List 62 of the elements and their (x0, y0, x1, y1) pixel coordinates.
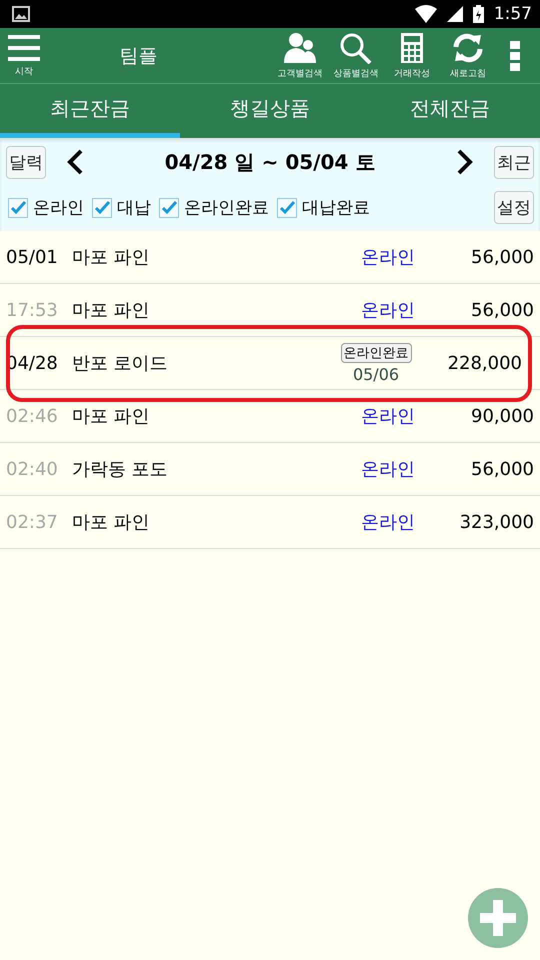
status-text: 온라인 (361, 299, 415, 322)
more-icon[interactable] (510, 40, 520, 70)
wifi-icon (414, 5, 437, 23)
toolbar-button[interactable]: 새로고침 (440, 32, 496, 80)
toolbar-button[interactable]: 거래작성 (384, 32, 440, 80)
checkbox-label: 온라인 (33, 197, 84, 219)
add-button[interactable] (468, 888, 528, 948)
row-date: 05/01 (6, 246, 59, 268)
clock-time: 1:57 (494, 4, 532, 24)
previous-icon[interactable] (66, 149, 84, 175)
tab[interactable]: 전체잔금 (360, 84, 540, 138)
list-row[interactable]: 17:53 마포 파인 온라인 56,000 (0, 284, 540, 337)
amount: 56,000 (470, 300, 534, 320)
menu-button[interactable]: 시작 (0, 34, 40, 78)
row-time: 02:46 (6, 406, 59, 426)
amount: 323,000 (458, 512, 534, 532)
people-icon (283, 32, 317, 64)
checkbox[interactable] (277, 198, 297, 218)
list-row[interactable]: 02:37 마포 파인 온라인 323,000 (0, 496, 540, 549)
checkbox-label: 온라인완료 (184, 197, 269, 219)
refresh-icon (451, 32, 485, 64)
menu-icon (8, 34, 40, 62)
row-time: 02:40 (6, 458, 59, 480)
amount: 90,000 (470, 406, 534, 426)
recent-button[interactable]: 최근 (494, 146, 534, 178)
next-icon[interactable] (456, 149, 474, 175)
customer-name: 마포 파인 (72, 246, 151, 269)
amount: 56,000 (470, 246, 534, 268)
status-text: 온라인 (361, 458, 415, 481)
checkbox-label: 대납완료 (302, 197, 370, 219)
amount: 56,000 (470, 458, 534, 480)
status-text: 온라인 (361, 246, 415, 269)
row-time: 02:37 (6, 512, 59, 532)
image-icon (12, 6, 30, 22)
customer-name: 마포 파인 (72, 405, 151, 428)
toolbar-button[interactable]: 고객별검색 (272, 32, 328, 80)
checkbox-label: 대납 (117, 197, 151, 219)
row-time: 17:53 (6, 300, 59, 320)
customer-name: 마포 파인 (72, 511, 151, 534)
status-badge: 온라인완료 (340, 342, 412, 362)
list-row[interactable]: 02:46 마포 파인 온라인 90,000 (0, 390, 540, 443)
status-text: 온라인 (361, 405, 415, 428)
amount: 228,000 (446, 352, 522, 374)
customer-name: 마포 파인 (72, 299, 151, 322)
date-range: 04/28 일 ~ 05/04 토 (164, 148, 376, 176)
signal-icon (446, 6, 463, 22)
settings-button[interactable]: 설정 (494, 191, 534, 224)
customer-name: 가락동 포도 (72, 458, 169, 481)
customer-name: 반포 로이드 (72, 352, 169, 375)
status-text: 온라인 (361, 511, 415, 534)
toolbar-button[interactable]: 상품별검색 (328, 32, 384, 80)
checkbox[interactable] (8, 198, 28, 218)
calendar-button[interactable]: 달력 (6, 146, 46, 178)
list-row[interactable]: 05/01 마포 파인 온라인 56,000 (0, 231, 540, 284)
checkbox[interactable] (159, 198, 179, 218)
checkbox[interactable] (92, 198, 112, 218)
search-icon (339, 32, 373, 64)
battery-icon (472, 5, 484, 23)
completed-date: 05/06 (352, 364, 400, 384)
tab[interactable]: 챙길상품 (180, 84, 360, 138)
list-row[interactable]: 02:40 가락동 포도 온라인 56,000 (0, 443, 540, 496)
app-title: 팀플 (118, 44, 158, 68)
